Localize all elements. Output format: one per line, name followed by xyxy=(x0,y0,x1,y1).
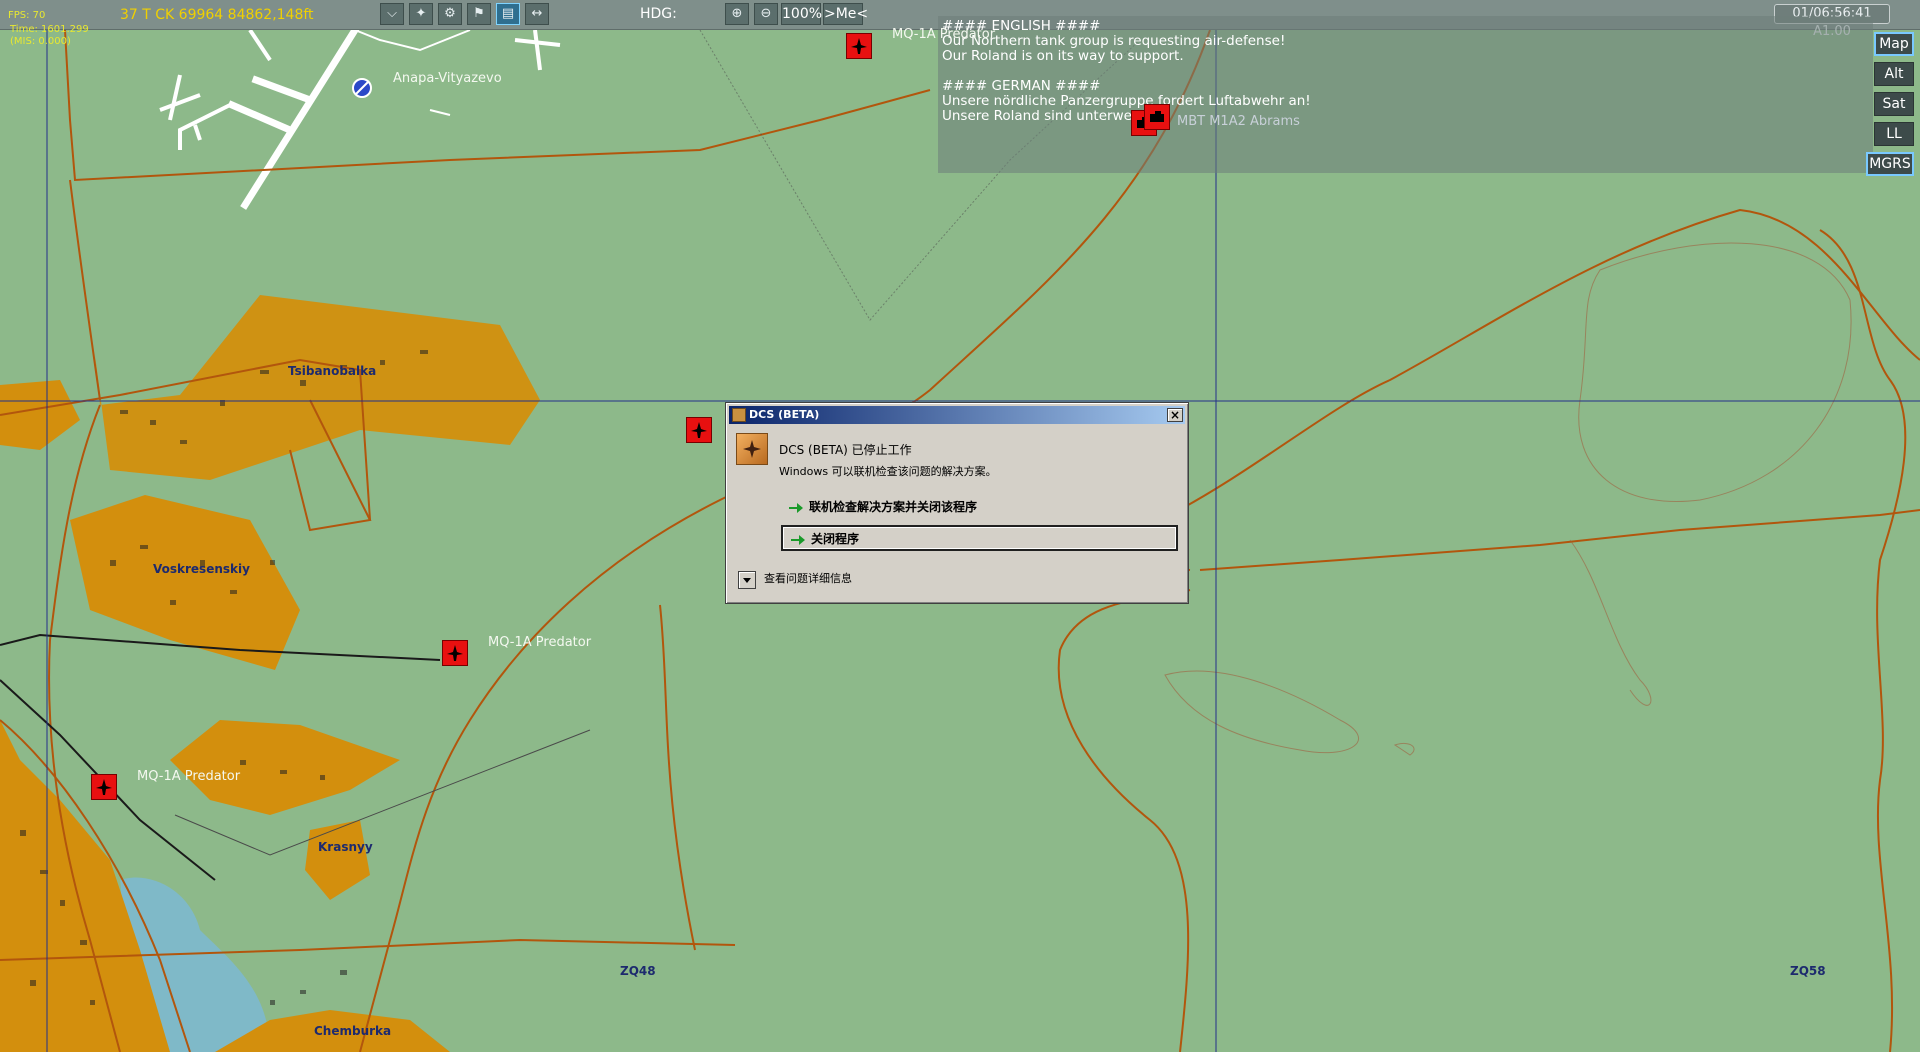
target-icon: ⚑ xyxy=(473,6,485,21)
close-program-option[interactable]: 关闭程序 xyxy=(781,525,1178,551)
uav-unit-icon[interactable] xyxy=(846,33,872,59)
fps-readout: FPS: 70 xyxy=(8,10,46,21)
message-line: Our Roland is on its way to support. xyxy=(942,48,1184,64)
uav-unit-icon[interactable] xyxy=(442,640,468,666)
message-line: #### ENGLISH #### xyxy=(942,18,1101,34)
message-line: Unsere nördliche Panzergruppe fordert Lu… xyxy=(942,93,1311,109)
option-label: 关闭程序 xyxy=(811,532,860,546)
unit-label: MQ-1A Predator xyxy=(137,769,241,784)
dialog-subtext: Windows 可以联机检查该问题的解决方案。 xyxy=(779,465,997,478)
unit-label: MQ-1A Predator xyxy=(488,635,592,650)
radio-message-panel: #### ENGLISH #### Our Northern tank grou… xyxy=(938,16,1873,173)
uav-unit-icon[interactable] xyxy=(91,774,117,800)
mis-readout: (MIS: 0.000) xyxy=(10,36,71,47)
route-tool-button[interactable]: ⌵ xyxy=(380,3,404,25)
comment-tool-button[interactable]: ▤ xyxy=(496,3,520,25)
target-tool-button[interactable]: ⚑ xyxy=(467,3,491,25)
cursor-coordinate: 37 T CK 69964 84862,148ft xyxy=(120,7,314,23)
green-arrow-icon xyxy=(791,535,805,545)
details-label: 查看问题详细信息 xyxy=(764,572,852,585)
unit-label: MBT M1A2 Abrams xyxy=(1177,114,1300,129)
message-line: #### GERMAN #### xyxy=(942,78,1101,94)
zoom-out-button[interactable]: ⊖ xyxy=(754,3,778,25)
view-details-toggle[interactable]: 查看问题详细信息 xyxy=(738,570,852,589)
app-icon xyxy=(732,408,746,422)
center-on-me-button[interactable]: >Me< xyxy=(823,3,868,25)
chevron-down-icon xyxy=(738,571,756,589)
zoom-level[interactable]: 100% xyxy=(781,3,822,25)
check-online-option[interactable]: 联机检查解决方案并关闭该程序 xyxy=(781,495,1178,521)
crash-dialog: DCS (BETA) × DCS (BETA) 已停止工作 Windows 可以… xyxy=(725,402,1189,604)
grid-square-label: ZQ58 xyxy=(1790,964,1826,978)
zoom-in-icon: ⊕ xyxy=(731,6,743,21)
ruler-icon: ↔ xyxy=(531,6,543,21)
town-label: Chemburka xyxy=(314,1024,392,1038)
airfield-label: Anapa-Vityazevo xyxy=(393,71,502,86)
zoom-out-icon: ⊖ xyxy=(760,6,772,21)
route-icon: ⌵ xyxy=(387,6,397,21)
static-tool-button[interactable]: ⚙ xyxy=(438,3,462,25)
message-line xyxy=(942,64,1869,79)
unit-label: MQ-1A Predator xyxy=(892,27,996,42)
message-line: Our Northern tank group is requesting ai… xyxy=(942,33,1286,49)
ruler-tool-button[interactable]: ↔ xyxy=(525,3,549,25)
mgrs-coordinate-button[interactable]: MGRS xyxy=(1866,152,1914,176)
green-arrow-icon xyxy=(789,503,803,513)
dialog-title: DCS (BETA) xyxy=(749,408,820,421)
comment-icon: ▤ xyxy=(501,6,515,21)
town-label: Voskresenskiy xyxy=(153,562,250,576)
zoom-in-button[interactable]: ⊕ xyxy=(725,3,749,25)
unit-icon: ✦ xyxy=(415,6,427,21)
sat-mode-button[interactable]: Sat xyxy=(1874,92,1914,116)
dialog-heading: DCS (BETA) 已停止工作 xyxy=(779,443,912,457)
app-logo-icon xyxy=(736,433,768,465)
time-readout: Time: 1601.299 xyxy=(10,24,89,35)
close-button[interactable]: × xyxy=(1167,408,1183,422)
ll-coordinate-button[interactable]: LL xyxy=(1874,122,1914,146)
dialog-titlebar[interactable]: DCS (BETA) × xyxy=(729,406,1185,424)
town-label: Krasnyy xyxy=(318,840,373,854)
static-icon: ⚙ xyxy=(444,6,456,21)
option-label: 联机检查解决方案并关闭该程序 xyxy=(809,500,978,514)
unit-tool-button[interactable]: ✦ xyxy=(409,3,433,25)
uav-unit-icon[interactable] xyxy=(686,417,712,443)
map-mode-button[interactable]: Map xyxy=(1874,32,1914,56)
grid-square-label: ZQ48 xyxy=(620,964,656,978)
town-label: Tsibanobalka xyxy=(288,364,377,378)
tank-unit-icon[interactable] xyxy=(1144,104,1170,130)
alt-mode-button[interactable]: Alt xyxy=(1874,62,1914,86)
message-line: Unsere Roland sind unterwegs. xyxy=(942,108,1152,124)
heading-label: HDG: xyxy=(640,6,677,22)
